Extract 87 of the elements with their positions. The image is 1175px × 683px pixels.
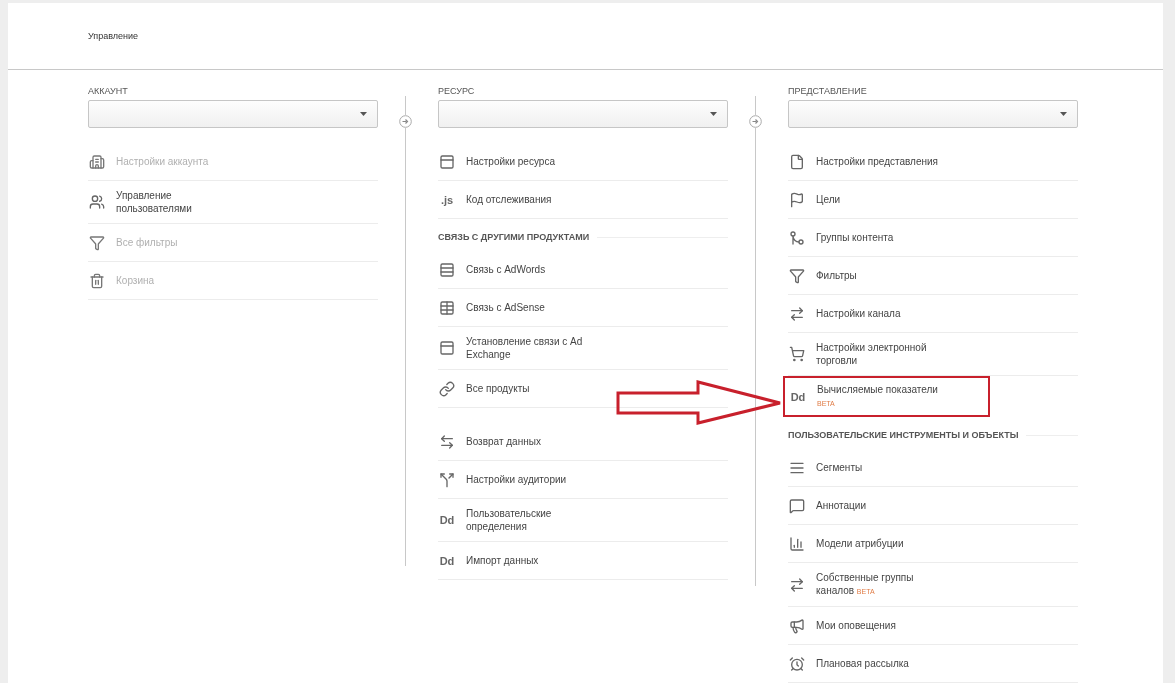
menu-item[interactable]: .js Код отслеживания — [438, 181, 728, 219]
arrows-icon — [789, 576, 805, 593]
merge-icon — [789, 229, 805, 246]
bar-chart-icon — [789, 535, 805, 552]
arrow-circle-icon — [749, 115, 762, 128]
item-label: Возврат данных — [466, 435, 541, 448]
menu-item[interactable]: Dd Пользовательские определения — [438, 499, 728, 542]
menu-item[interactable]: Связь с AdWords — [438, 251, 728, 289]
caret-icon — [710, 112, 717, 116]
item-label: Фильтры — [816, 269, 857, 282]
menu-item[interactable]: Мои оповещения — [788, 607, 1078, 645]
item-label: Корзина — [116, 274, 155, 287]
menu-item[interactable]: Установление связи с Ad Exchange — [438, 327, 728, 370]
caret-icon — [1060, 112, 1067, 116]
document-icon — [789, 153, 805, 170]
menu-item[interactable]: Настройки представления — [788, 143, 1078, 181]
item-label: Модели атрибуции — [816, 537, 904, 550]
menu-item[interactable]: Dd Импорт данных — [438, 542, 728, 580]
item-label: Настройки аккаунта — [116, 155, 209, 168]
alarm-clock-icon — [789, 655, 805, 672]
arrow-circle-icon — [399, 115, 412, 128]
caret-icon — [360, 112, 367, 116]
fork-icon — [439, 471, 455, 488]
letters-icon: Dd — [789, 390, 807, 403]
item-label: Все продукты — [466, 382, 530, 395]
menu-item[interactable]: Фильтры — [788, 257, 1078, 295]
menu-item[interactable]: Цели — [788, 181, 1078, 219]
list-icon — [439, 261, 455, 278]
item-label: Настройки канала — [816, 307, 901, 320]
filter-icon — [89, 234, 105, 251]
item-label: Все фильтры — [116, 236, 178, 249]
item-label: Плановая рассылка — [816, 657, 909, 670]
item-label: Сегменты — [816, 461, 863, 474]
item-label: Пользовательские определения — [466, 507, 552, 533]
letters-icon: Dd — [438, 514, 456, 526]
table-icon — [439, 299, 455, 316]
menu-item[interactable]: Связь с AdSense — [438, 289, 728, 327]
section-heading: СВЯЗЬ С ДРУГИМИ ПРОДУКТАМИ — [438, 232, 590, 242]
item-label: Настройки ресурса — [466, 155, 555, 168]
megaphone-icon — [789, 617, 805, 634]
people-icon — [89, 194, 105, 210]
item-label: Настройки представления — [816, 155, 938, 168]
dropdown-field[interactable] — [788, 100, 1078, 128]
item-label: Настройки аудитории — [466, 473, 567, 486]
building-icon — [89, 153, 105, 170]
filter-icon — [789, 267, 805, 284]
column-label: РЕСУРС — [438, 86, 476, 98]
flag-icon — [789, 191, 805, 208]
link-icon — [439, 380, 455, 397]
page-title: Управление — [88, 31, 139, 41]
trash-icon — [89, 272, 105, 289]
letters-icon: Dd — [438, 554, 456, 567]
panel-icon — [439, 340, 455, 356]
menu-item[interactable]: Сегменты — [788, 449, 1078, 487]
menu-item[interactable]: Возврат данных — [438, 423, 728, 461]
item-label: Код отслеживания — [466, 193, 552, 206]
section-heading: ПОЛЬЗОВАТЕЛЬСКИЕ ИНСТРУМЕНТЫ И ОБЪЕКТЫ — [788, 430, 1019, 440]
arrows-icon — [789, 305, 805, 322]
panel-icon — [439, 153, 455, 170]
item-label: Аннотации — [816, 499, 866, 512]
letters-icon: .js — [438, 193, 456, 206]
menu-item[interactable]: Аннотации — [788, 487, 1078, 525]
column-label: АККАУНТ — [88, 86, 129, 98]
item-label: Импорт данных — [466, 554, 539, 567]
menu-item[interactable]: Группы контента — [788, 219, 1078, 257]
dropdown-field[interactable] — [88, 100, 378, 128]
arrows-icon — [439, 433, 455, 450]
item-label: Мои оповещения — [816, 619, 896, 632]
menu-item[interactable]: Модели атрибуции — [788, 525, 1078, 563]
item-label: Связь с AdWords — [466, 263, 546, 276]
column-label: ПРЕДСТАВЛЕНИЕ — [788, 86, 868, 98]
cart-icon — [789, 346, 805, 362]
item-label: Группы контента — [816, 231, 894, 244]
menu-item[interactable]: Настройки ресурса — [438, 143, 728, 181]
menu-item[interactable]: Управление пользователями — [88, 181, 378, 224]
menu-item[interactable]: Настройки электронной торговли — [788, 333, 1078, 376]
item-label: Связь с AdSense — [466, 301, 545, 314]
item-label: Управление пользователями — [116, 189, 192, 215]
dropdown-field[interactable] — [438, 100, 728, 128]
menu-item[interactable]: Настройки аудитории — [438, 461, 728, 499]
menu-item[interactable]: Плановая рассылка — [788, 645, 1078, 683]
menu-item[interactable]: Все продукты — [438, 370, 728, 408]
item-label: Настройки электронной торговли — [816, 341, 927, 367]
item-label: Установление связи с Ad Exchange — [466, 335, 583, 361]
menu-item[interactable]: Настройки канала — [788, 295, 1078, 333]
comment-icon — [789, 497, 805, 514]
item-label: Цели — [816, 193, 841, 206]
